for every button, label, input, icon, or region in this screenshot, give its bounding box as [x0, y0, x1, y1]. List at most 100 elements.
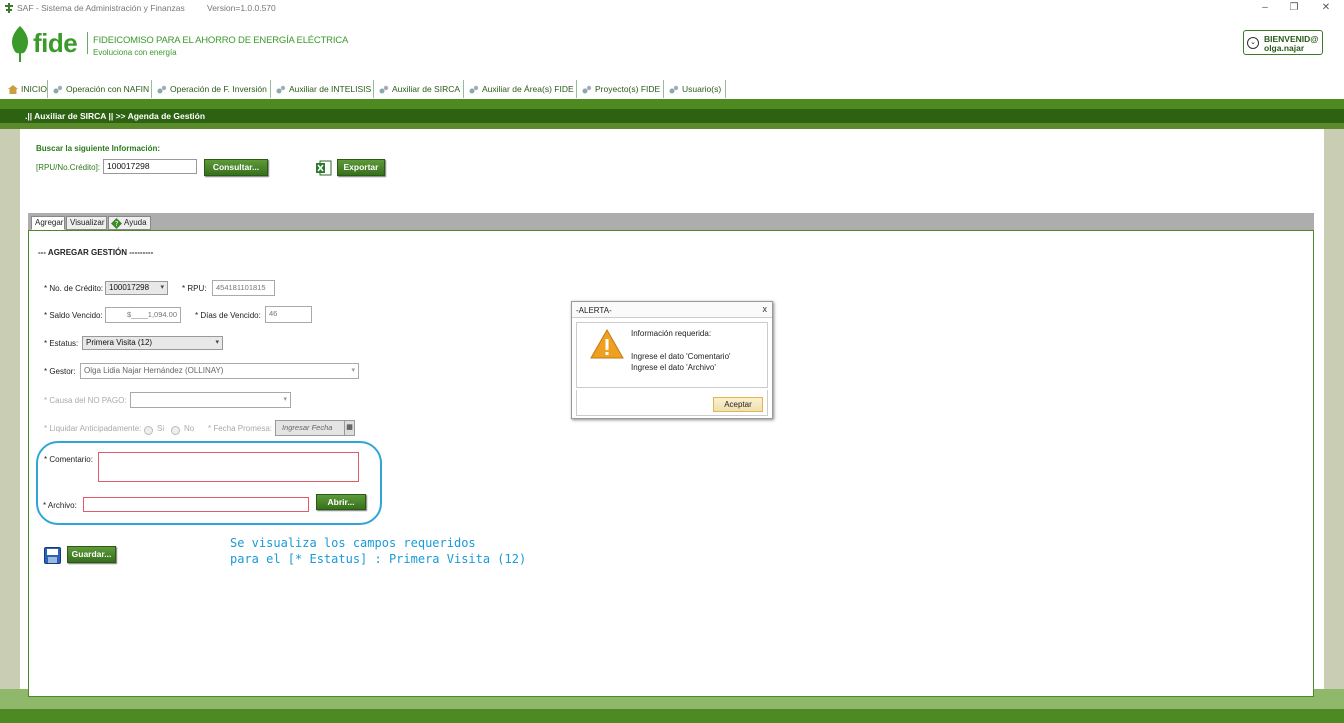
credit-value: 100017298 — [109, 283, 150, 292]
credit-label: * No. de Crédito: — [44, 284, 104, 293]
app-icon — [5, 3, 13, 13]
menu-item-inicio[interactable]: INICIO — [4, 80, 48, 98]
alert-heading: Información requerida: — [631, 329, 712, 338]
comentario-label: * Comentario: — [44, 455, 93, 464]
liquidar-si-label: Si — [157, 424, 165, 433]
chevron-down-icon: ▾ — [215, 339, 219, 346]
menu-item-label: Auxiliar de INTELISIS — [289, 84, 372, 94]
liquidar-si-radio[interactable] — [144, 426, 153, 435]
restore-button[interactable]: ❐ — [1286, 1, 1302, 15]
gears-icon — [276, 86, 286, 94]
chevron-down-icon: ▾ — [351, 367, 355, 374]
username: olga.najar — [1264, 43, 1305, 53]
menu-item-areas-fide[interactable]: Auxiliar de Área(s) FIDE — [465, 80, 577, 98]
gestor-select[interactable]: Olga Lidia Najar Hernández (OLLINAY) ▾ — [80, 363, 359, 379]
gears-icon — [582, 86, 592, 94]
menu-item-inversion[interactable]: Operación de F. Inversión — [153, 80, 271, 98]
fide-leaf-logo-icon — [12, 26, 28, 62]
rpu-field[interactable]: 454181101815 — [212, 280, 275, 296]
tab-ayuda[interactable]: ? Ayuda — [108, 216, 151, 230]
estatus-select[interactable]: Primera Visita (12) ▾ — [82, 336, 223, 350]
brand-name: fide — [33, 28, 78, 58]
excel-icon[interactable] — [316, 160, 332, 176]
archivo-input[interactable] — [83, 497, 309, 512]
credit-select[interactable]: 100017298 ▾ — [105, 281, 168, 295]
guardar-button[interactable]: Guardar... — [67, 546, 116, 563]
close-icon[interactable]: x — [763, 304, 768, 314]
help-icon: ? — [111, 218, 122, 229]
fecha-label: * Fecha Promesa: — [208, 424, 273, 433]
menu-item-label: Auxiliar de SIRCA — [392, 84, 461, 94]
chevron-down-icon: ▾ — [283, 396, 287, 403]
calendar-icon[interactable]: ▦ — [344, 420, 355, 436]
tab-agregar[interactable]: Agregar — [31, 216, 65, 230]
liquidar-no-label: No — [184, 424, 195, 433]
breadcrumb-band — [0, 123, 1344, 129]
gears-icon — [53, 86, 63, 94]
gears-icon — [379, 86, 389, 94]
archivo-label: * Archivo: — [43, 501, 77, 510]
left-margin — [0, 129, 20, 689]
liquidar-no-radio[interactable] — [171, 426, 180, 435]
gears-icon — [469, 86, 479, 94]
minimize-button[interactable]: – — [1257, 1, 1273, 15]
app-version: Version=1.0.0.570 — [207, 3, 276, 13]
saldo-field[interactable]: $____1,094.00 — [105, 307, 181, 323]
annotation-line-2: para el [* Estatus] : Primera Visita (12… — [230, 552, 527, 566]
menu-item-proyectos[interactable]: Proyecto(s) FIDE — [578, 80, 664, 98]
tab-ayuda-label: Ayuda — [124, 218, 147, 227]
tab-visualizar[interactable]: Visualizar — [66, 216, 107, 230]
close-button[interactable]: ✕ — [1318, 1, 1334, 15]
liquidar-label: * Liquidar Anticipadamente: — [44, 424, 142, 433]
window-titlebar: SAF - Sistema de Administración y Finanz… — [0, 0, 1344, 17]
main-menu: INICIO Operación con NAFIN Operación de … — [0, 79, 1344, 99]
gestor-label: * Gestor: — [44, 367, 76, 376]
alert-dialog: -ALERTA- x Información requerida: Ingres… — [571, 301, 773, 419]
estatus-value: Primera Visita (12) — [86, 338, 153, 347]
menu-item-usuarios[interactable]: Usuario(s) — [665, 80, 726, 98]
menu-item-intelisis[interactable]: Auxiliar de INTELISIS — [272, 80, 374, 98]
causa-label: * Causa del NO PAGO: — [44, 396, 127, 405]
menu-item-label: Auxiliar de Área(s) FIDE — [482, 84, 574, 94]
alert-header: -ALERTA- x — [572, 302, 772, 318]
home-icon — [8, 85, 18, 95]
fecha-input[interactable]: Ingresar Fecha — [275, 420, 345, 436]
gears-icon — [669, 86, 679, 94]
footer-band-dark — [0, 709, 1344, 723]
svg-text:?: ? — [115, 220, 119, 228]
causa-select[interactable]: ▾ — [130, 392, 291, 408]
chevron-down-icon: ⌄ — [1247, 37, 1259, 49]
app-header: fide FIDEICOMISO PARA EL AHORRO DE ENERG… — [0, 17, 1344, 79]
menu-item-label: INICIO — [21, 84, 47, 94]
accept-button[interactable]: Aceptar — [713, 397, 763, 412]
window-title: SAF - Sistema de Administración y Finanz… — [17, 3, 185, 13]
breadcrumb: .|| Auxiliar de SIRCA || >> Agenda de Ge… — [0, 109, 1344, 123]
rpu-credit-label: [RPU/No.Crédito]: — [36, 163, 101, 172]
menu-item-label: Usuario(s) — [682, 84, 722, 94]
menu-item-nafin[interactable]: Operación con NAFIN — [49, 80, 152, 98]
save-icon[interactable] — [44, 547, 61, 564]
brand-tagline-2: Evoluciona con energía — [93, 48, 177, 57]
menu-item-label: Operación de F. Inversión — [170, 84, 267, 94]
rpu-credit-input[interactable]: 100017298 — [103, 159, 197, 174]
saldo-label: * Saldo Vencido: — [44, 311, 103, 320]
header-band — [0, 99, 1344, 109]
rpu-label: * RPU: — [182, 284, 207, 293]
annotation-line-1: Se visualiza los campos requeridos — [230, 536, 476, 550]
dias-label: * Días de Vencido: — [195, 311, 261, 320]
alert-body: Información requerida: Ingrese el dato '… — [576, 322, 768, 388]
consult-button[interactable]: Consultar... — [204, 159, 268, 176]
abrir-button[interactable]: Abrir... — [316, 494, 366, 510]
estatus-label: * Estatus: — [44, 339, 79, 348]
alert-title: -ALERTA- — [576, 306, 612, 315]
tab-strip — [28, 213, 1314, 230]
menu-item-label: Operación con NAFIN — [66, 84, 150, 94]
user-menu-button[interactable]: ⌄ BIENVENID@ olga.najar — [1243, 30, 1323, 55]
right-margin — [1324, 129, 1344, 689]
comentario-textarea[interactable] — [98, 452, 359, 482]
gestor-value: Olga Lidia Najar Hernández (OLLINAY) — [84, 366, 224, 375]
menu-item-label: Proyecto(s) FIDE — [595, 84, 661, 94]
menu-item-sirca[interactable]: Auxiliar de SIRCA — [375, 80, 464, 98]
export-button[interactable]: Exportar — [337, 159, 385, 176]
dias-field[interactable]: 46 — [265, 306, 312, 323]
